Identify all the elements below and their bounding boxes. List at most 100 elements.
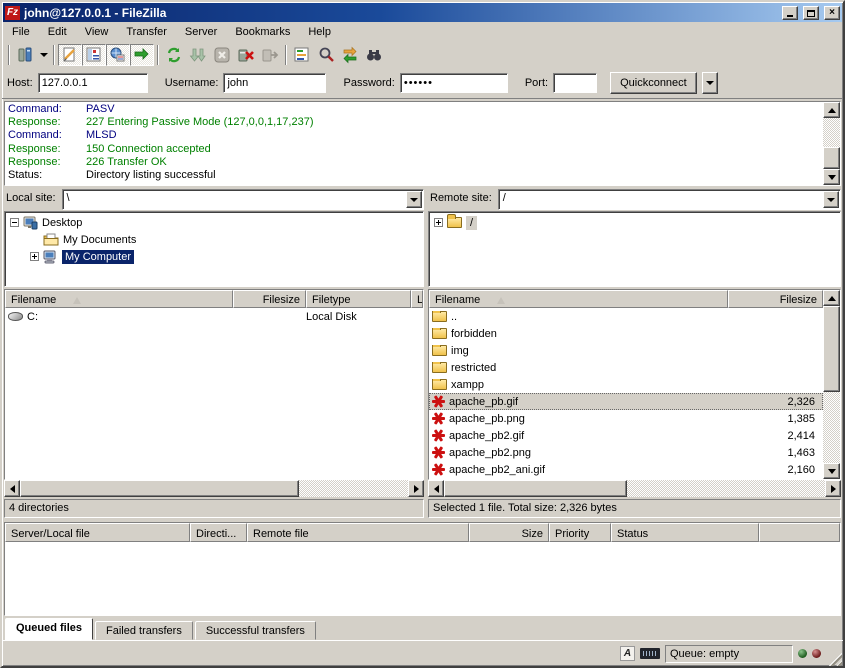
column-header-remote-file[interactable]: Remote file (247, 523, 469, 542)
local-file-row-c-drive[interactable]: C: Local Disk (5, 308, 423, 325)
toggle-remote-tree-button[interactable] (106, 44, 130, 66)
quickconnect-button[interactable]: Quickconnect (610, 72, 697, 94)
maximize-button[interactable] (803, 6, 819, 20)
titlebar[interactable]: Fz john@127.0.0.1 - FileZilla × (3, 3, 842, 22)
log-line: Response:226 Transfer OK (8, 156, 820, 169)
column-header-size[interactable]: Size (469, 523, 549, 542)
remote-file-row[interactable]: .. (429, 308, 823, 325)
scrollbar-thumb[interactable] (20, 480, 299, 497)
remote-site-dropdown-button[interactable] (823, 191, 839, 208)
refresh-button[interactable] (162, 44, 186, 66)
remote-file-row[interactable]: apache_pb2_ani.gif2,160 (429, 461, 823, 478)
remote-file-row[interactable]: xampp (429, 376, 823, 393)
resize-grip[interactable] (827, 651, 842, 666)
remote-file-row[interactable]: img (429, 342, 823, 359)
close-button[interactable]: × (824, 6, 840, 20)
column-header-last-modified[interactable]: L (411, 290, 423, 308)
local-site-combo[interactable]: \ (62, 189, 424, 210)
log-vertical-scrollbar[interactable] (823, 102, 840, 185)
scroll-down-button[interactable] (823, 169, 840, 185)
remote-file-row[interactable]: apache_pb2.png1,463 (429, 444, 823, 461)
directory-comparison-button[interactable] (314, 44, 338, 66)
menu-item-file[interactable]: File (3, 23, 39, 41)
username-input[interactable] (223, 73, 326, 93)
tree-item-label: / (466, 216, 477, 230)
scroll-left-button[interactable] (428, 480, 444, 497)
cancel-operation-button[interactable] (210, 44, 234, 66)
remote-file-row[interactable]: apache_pb.png1,385 (429, 410, 823, 427)
disconnect-button[interactable] (234, 44, 258, 66)
remote-file-row[interactable]: apache_pb2.gif2,414 (429, 427, 823, 444)
arrow-right-icon (831, 485, 836, 493)
toggle-local-tree-button[interactable] (82, 44, 106, 66)
host-input[interactable] (38, 73, 148, 93)
tree-item-my-documents[interactable]: My Documents (30, 231, 422, 248)
toggle-transfer-queue-button[interactable] (130, 44, 154, 66)
minimize-button[interactable] (782, 6, 798, 20)
quickconnect-dropdown-button[interactable] (702, 72, 718, 94)
scroll-up-button[interactable] (823, 102, 840, 118)
image-file-icon (432, 412, 445, 425)
column-header-filesize[interactable]: Filesize (728, 290, 823, 308)
tree-item-my-computer[interactable]: My Computer (30, 248, 422, 265)
process-queue-button[interactable] (186, 44, 210, 66)
local-site-row: Local site: \ (4, 189, 424, 210)
expand-icon[interactable] (30, 252, 39, 261)
remote-vertical-scrollbar[interactable] (823, 290, 840, 479)
scrollbar-thumb[interactable] (823, 306, 840, 392)
scroll-right-button[interactable] (408, 480, 424, 497)
collapse-icon[interactable] (10, 218, 19, 227)
column-header-filename[interactable]: Filename (429, 290, 728, 308)
scroll-left-button[interactable] (4, 480, 20, 497)
scroll-right-button[interactable] (825, 480, 841, 497)
tab-successful-transfers[interactable]: Successful transfers (195, 621, 316, 640)
menu-item-view[interactable]: View (76, 23, 118, 41)
column-header-direction[interactable]: Directi... (190, 523, 247, 542)
column-header-filesize[interactable]: Filesize (233, 290, 306, 308)
remote-list-header: Filename Filesize (429, 290, 823, 308)
tab-failed-transfers[interactable]: Failed transfers (95, 621, 193, 640)
port-input[interactable] (553, 73, 597, 93)
local-site-dropdown-button[interactable] (406, 191, 422, 208)
activity-led-red-icon (812, 649, 821, 658)
menu-item-transfer[interactable]: Transfer (117, 23, 176, 41)
password-input[interactable] (400, 73, 508, 93)
remote-status-text: Selected 1 file. Total size: 2,326 bytes (428, 499, 841, 518)
remote-file-row-selected[interactable]: apache_pb.gif2,326 (429, 393, 823, 410)
tree-item-desktop[interactable]: Desktop (10, 214, 422, 231)
remote-site-combo[interactable]: / (498, 189, 841, 210)
scrollbar-thumb[interactable] (444, 480, 627, 497)
site-manager-dropdown-button[interactable] (37, 44, 50, 66)
column-header-server-local-file[interactable]: Server/Local file (5, 523, 190, 542)
column-header-status[interactable]: Status (611, 523, 759, 542)
local-list-body: C: Local Disk (5, 308, 423, 479)
local-file-list: Filename Filesize Filetype L C: Local Di… (4, 289, 424, 480)
scroll-down-button[interactable] (823, 463, 840, 479)
remote-file-row[interactable]: restricted (429, 359, 823, 376)
tree-item-root[interactable]: / (434, 214, 839, 231)
scroll-up-button[interactable] (823, 290, 840, 306)
remote-list-body: .. forbidden img restricted xampp apache… (429, 308, 823, 479)
directory-filters-button[interactable] (290, 44, 314, 66)
menu-item-server[interactable]: Server (176, 23, 226, 41)
reconnect-button[interactable] (258, 44, 282, 66)
local-horizontal-scrollbar[interactable] (4, 480, 424, 497)
find-files-button[interactable] (362, 44, 386, 66)
menu-item-edit[interactable]: Edit (39, 23, 76, 41)
column-header-filename[interactable]: Filename (5, 290, 233, 308)
menu-item-bookmarks[interactable]: Bookmarks (226, 23, 299, 41)
chevron-down-icon (410, 198, 418, 202)
expand-icon[interactable] (434, 218, 443, 227)
menu-item-help[interactable]: Help (299, 23, 340, 41)
site-manager-button[interactable] (13, 44, 37, 66)
column-header-priority[interactable]: Priority (549, 523, 611, 542)
remote-file-row[interactable]: forbidden (429, 325, 823, 342)
queue-header: Server/Local file Directi... Remote file… (5, 523, 840, 542)
column-header-filetype[interactable]: Filetype (306, 290, 411, 308)
tab-queued-files[interactable]: Queued files (5, 618, 93, 640)
toggle-message-log-button[interactable] (58, 44, 82, 66)
scrollbar-thumb[interactable] (823, 147, 840, 169)
remote-horizontal-scrollbar[interactable] (428, 480, 841, 497)
transfer-queue-panel: Server/Local file Directi... Remote file… (4, 522, 841, 616)
synchronized-browsing-button[interactable] (338, 44, 362, 66)
